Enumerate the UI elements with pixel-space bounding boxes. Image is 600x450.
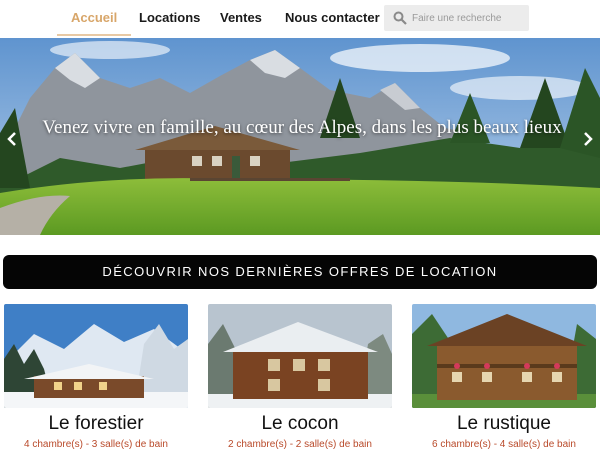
carousel-prev-icon[interactable] (5, 130, 19, 148)
property-image (412, 304, 596, 408)
property-title: Le cocon (261, 413, 339, 434)
property-image (4, 304, 188, 408)
property-card-cocon[interactable]: Le cocon 2 chambre(s) - 2 salle(s) de ba… (208, 304, 392, 450)
nav-item-contact[interactable]: Nous contacter (285, 0, 380, 34)
property-details: 6 chambre(s) - 4 salle(s) de bain (432, 439, 576, 450)
top-navigation: Accueil Locations Ventes Nous contacter (0, 0, 600, 38)
hero-carousel: Venez vivre en famille, au cœur des Alpe… (0, 38, 600, 235)
property-card-rustique[interactable]: Le rustique 6 chambre(s) - 4 salle(s) de… (412, 304, 596, 450)
hero-headline: Venez vivre en famille, au cœur des Alpe… (42, 117, 562, 138)
search-input[interactable] (412, 5, 524, 31)
rental-offers-button[interactable]: DÉCOUVRIR NOS DERNIÈRES OFFRES DE LOCATI… (3, 255, 597, 289)
property-card-forestier[interactable]: Le forestier 4 chambre(s) - 3 salle(s) d… (4, 304, 188, 450)
property-title: Le forestier (48, 413, 144, 434)
property-image (208, 304, 392, 408)
nav-item-accueil[interactable]: Accueil (56, 0, 132, 36)
carousel-next-icon[interactable] (581, 130, 595, 148)
search-icon (393, 11, 407, 25)
property-details: 2 chambre(s) - 2 salle(s) de bain (228, 439, 372, 450)
nav-item-ventes[interactable]: Ventes (220, 0, 262, 34)
search-box[interactable] (384, 5, 529, 31)
property-details: 4 chambre(s) - 3 salle(s) de bain (24, 439, 168, 450)
nav-item-locations[interactable]: Locations (139, 0, 200, 34)
property-title: Le rustique (456, 413, 551, 434)
